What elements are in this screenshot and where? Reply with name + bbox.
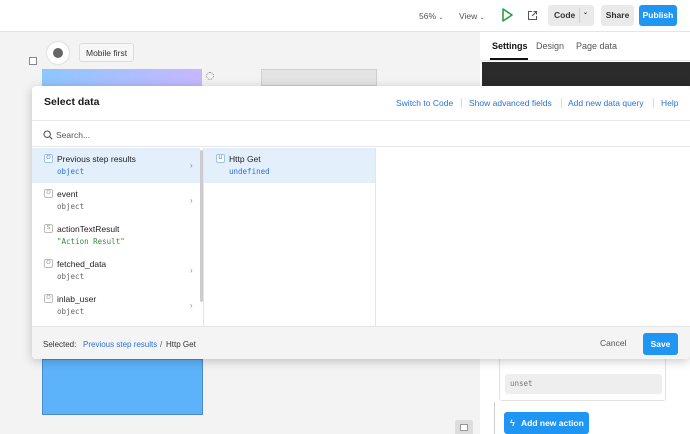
item-name: actionTextResult <box>57 224 120 234</box>
select-data-modal: Select data Switch to Code Show advanced… <box>32 86 690 359</box>
gear-icon[interactable] <box>206 72 214 80</box>
add-new-data-query-link[interactable]: Add new data query <box>568 98 644 108</box>
add-action-label: Add new action <box>521 418 584 428</box>
breadcrumb-link[interactable]: Previous step results <box>83 340 157 349</box>
modal-title: Select data <box>44 96 100 108</box>
publish-button[interactable]: Publish <box>639 5 677 26</box>
sub-data-column: U Http Get undefined <box>204 148 376 326</box>
link-separator <box>653 98 654 108</box>
tabs-divider <box>480 60 690 61</box>
dark-preview-strip <box>482 62 690 86</box>
select-handle-icon[interactable] <box>29 57 37 65</box>
tree-connector-line <box>494 402 495 434</box>
search-bar[interactable]: Search... <box>32 120 690 147</box>
item-type: object <box>57 167 85 176</box>
handle-square <box>460 424 468 431</box>
list-item[interactable]: O Previous step results object › <box>32 148 200 183</box>
link-separator <box>461 98 462 108</box>
record-button[interactable] <box>47 42 69 64</box>
cancel-button[interactable]: Cancel <box>600 338 626 348</box>
chevron-right-icon: › <box>190 266 193 275</box>
tab-design[interactable]: Design <box>536 41 564 51</box>
code-label: Code <box>554 10 576 20</box>
chevron-right-icon: › <box>190 301 193 310</box>
list-item[interactable]: O fetched_data object › <box>32 253 200 288</box>
scrollbar[interactable] <box>200 150 203 302</box>
record-dot-icon <box>53 48 63 58</box>
undefined-type-icon: U <box>216 154 225 163</box>
item-type: object <box>57 272 85 281</box>
open-external-icon[interactable] <box>527 8 538 28</box>
item-name: fetched_data <box>57 259 107 269</box>
action-config-box: unset <box>499 352 666 401</box>
resize-handle-icon[interactable] <box>455 420 473 434</box>
item-type: undefined <box>229 167 270 176</box>
search-icon <box>43 130 53 140</box>
chevron-down-icon: ⌄ <box>479 15 485 21</box>
chevron-right-icon: › <box>190 196 193 205</box>
modal-footer: Selected: Previous step results / Http G… <box>32 326 690 359</box>
list-item[interactable]: O event object › <box>32 183 200 218</box>
object-type-icon: O <box>44 259 53 268</box>
chevron-down-icon: ⌄ <box>438 15 444 21</box>
object-type-icon: O <box>44 154 53 163</box>
item-type: "Action Result" <box>57 237 125 246</box>
breadcrumb-current: Http Get <box>166 340 196 349</box>
code-button[interactable]: Code ⌄ <box>548 5 594 26</box>
item-name: inlab_user <box>57 294 97 304</box>
tab-page-data[interactable]: Page data <box>576 41 617 51</box>
mobile-first-tooltip: Mobile first <box>79 43 135 62</box>
chevron-down-icon[interactable]: ⌄ <box>583 3 588 24</box>
unset-value: unset <box>510 379 533 388</box>
search-input[interactable]: Search... <box>56 130 90 140</box>
object-type-icon: O <box>44 294 53 303</box>
object-type-icon: O <box>44 189 53 198</box>
top-toolbar: 56% ⌄ View ⌄ Code ⌄ Share Publish <box>0 0 690 32</box>
string-type-icon: S <box>44 224 53 233</box>
blue-canvas-block <box>42 359 203 415</box>
list-item[interactable]: U Http Get undefined <box>204 148 375 183</box>
show-advanced-fields-link[interactable]: Show advanced fields <box>469 98 552 108</box>
link-separator <box>561 98 562 108</box>
list-item[interactable]: O inlab_user object › <box>32 288 200 323</box>
selected-label: Selected: <box>43 340 77 349</box>
switch-to-code-link[interactable]: Switch to Code <box>396 98 453 108</box>
item-type: object <box>57 202 85 211</box>
list-item[interactable]: S actionTextResult "Action Result" <box>32 218 200 253</box>
zoom-dropdown[interactable]: 56% ⌄ <box>419 6 443 26</box>
add-new-action-button[interactable]: ϟ Add new action <box>504 412 589 434</box>
zoom-label: 56% <box>419 11 437 21</box>
item-name: Http Get <box>229 154 261 164</box>
tab-settings[interactable]: Settings <box>492 41 528 51</box>
code-dropdown-divider <box>579 8 580 23</box>
gray-placeholder-block <box>261 69 377 86</box>
save-button[interactable]: Save <box>643 333 678 355</box>
item-type: object <box>57 307 85 316</box>
item-name: Previous step results <box>57 154 136 164</box>
play-icon[interactable] <box>501 8 513 28</box>
unset-field[interactable]: unset <box>505 374 662 394</box>
chevron-right-icon: › <box>190 161 193 170</box>
view-dropdown[interactable]: View ⌄ <box>459 6 485 26</box>
share-button[interactable]: Share <box>601 5 634 26</box>
help-link[interactable]: Help <box>661 98 678 108</box>
data-list-column: O Previous step results object › O event… <box>32 148 204 326</box>
breadcrumb-separator: / <box>160 340 163 349</box>
lightning-icon: ϟ <box>510 418 515 428</box>
gradient-block-top <box>42 69 202 86</box>
item-name: event <box>57 189 78 199</box>
view-label: View <box>459 11 478 21</box>
